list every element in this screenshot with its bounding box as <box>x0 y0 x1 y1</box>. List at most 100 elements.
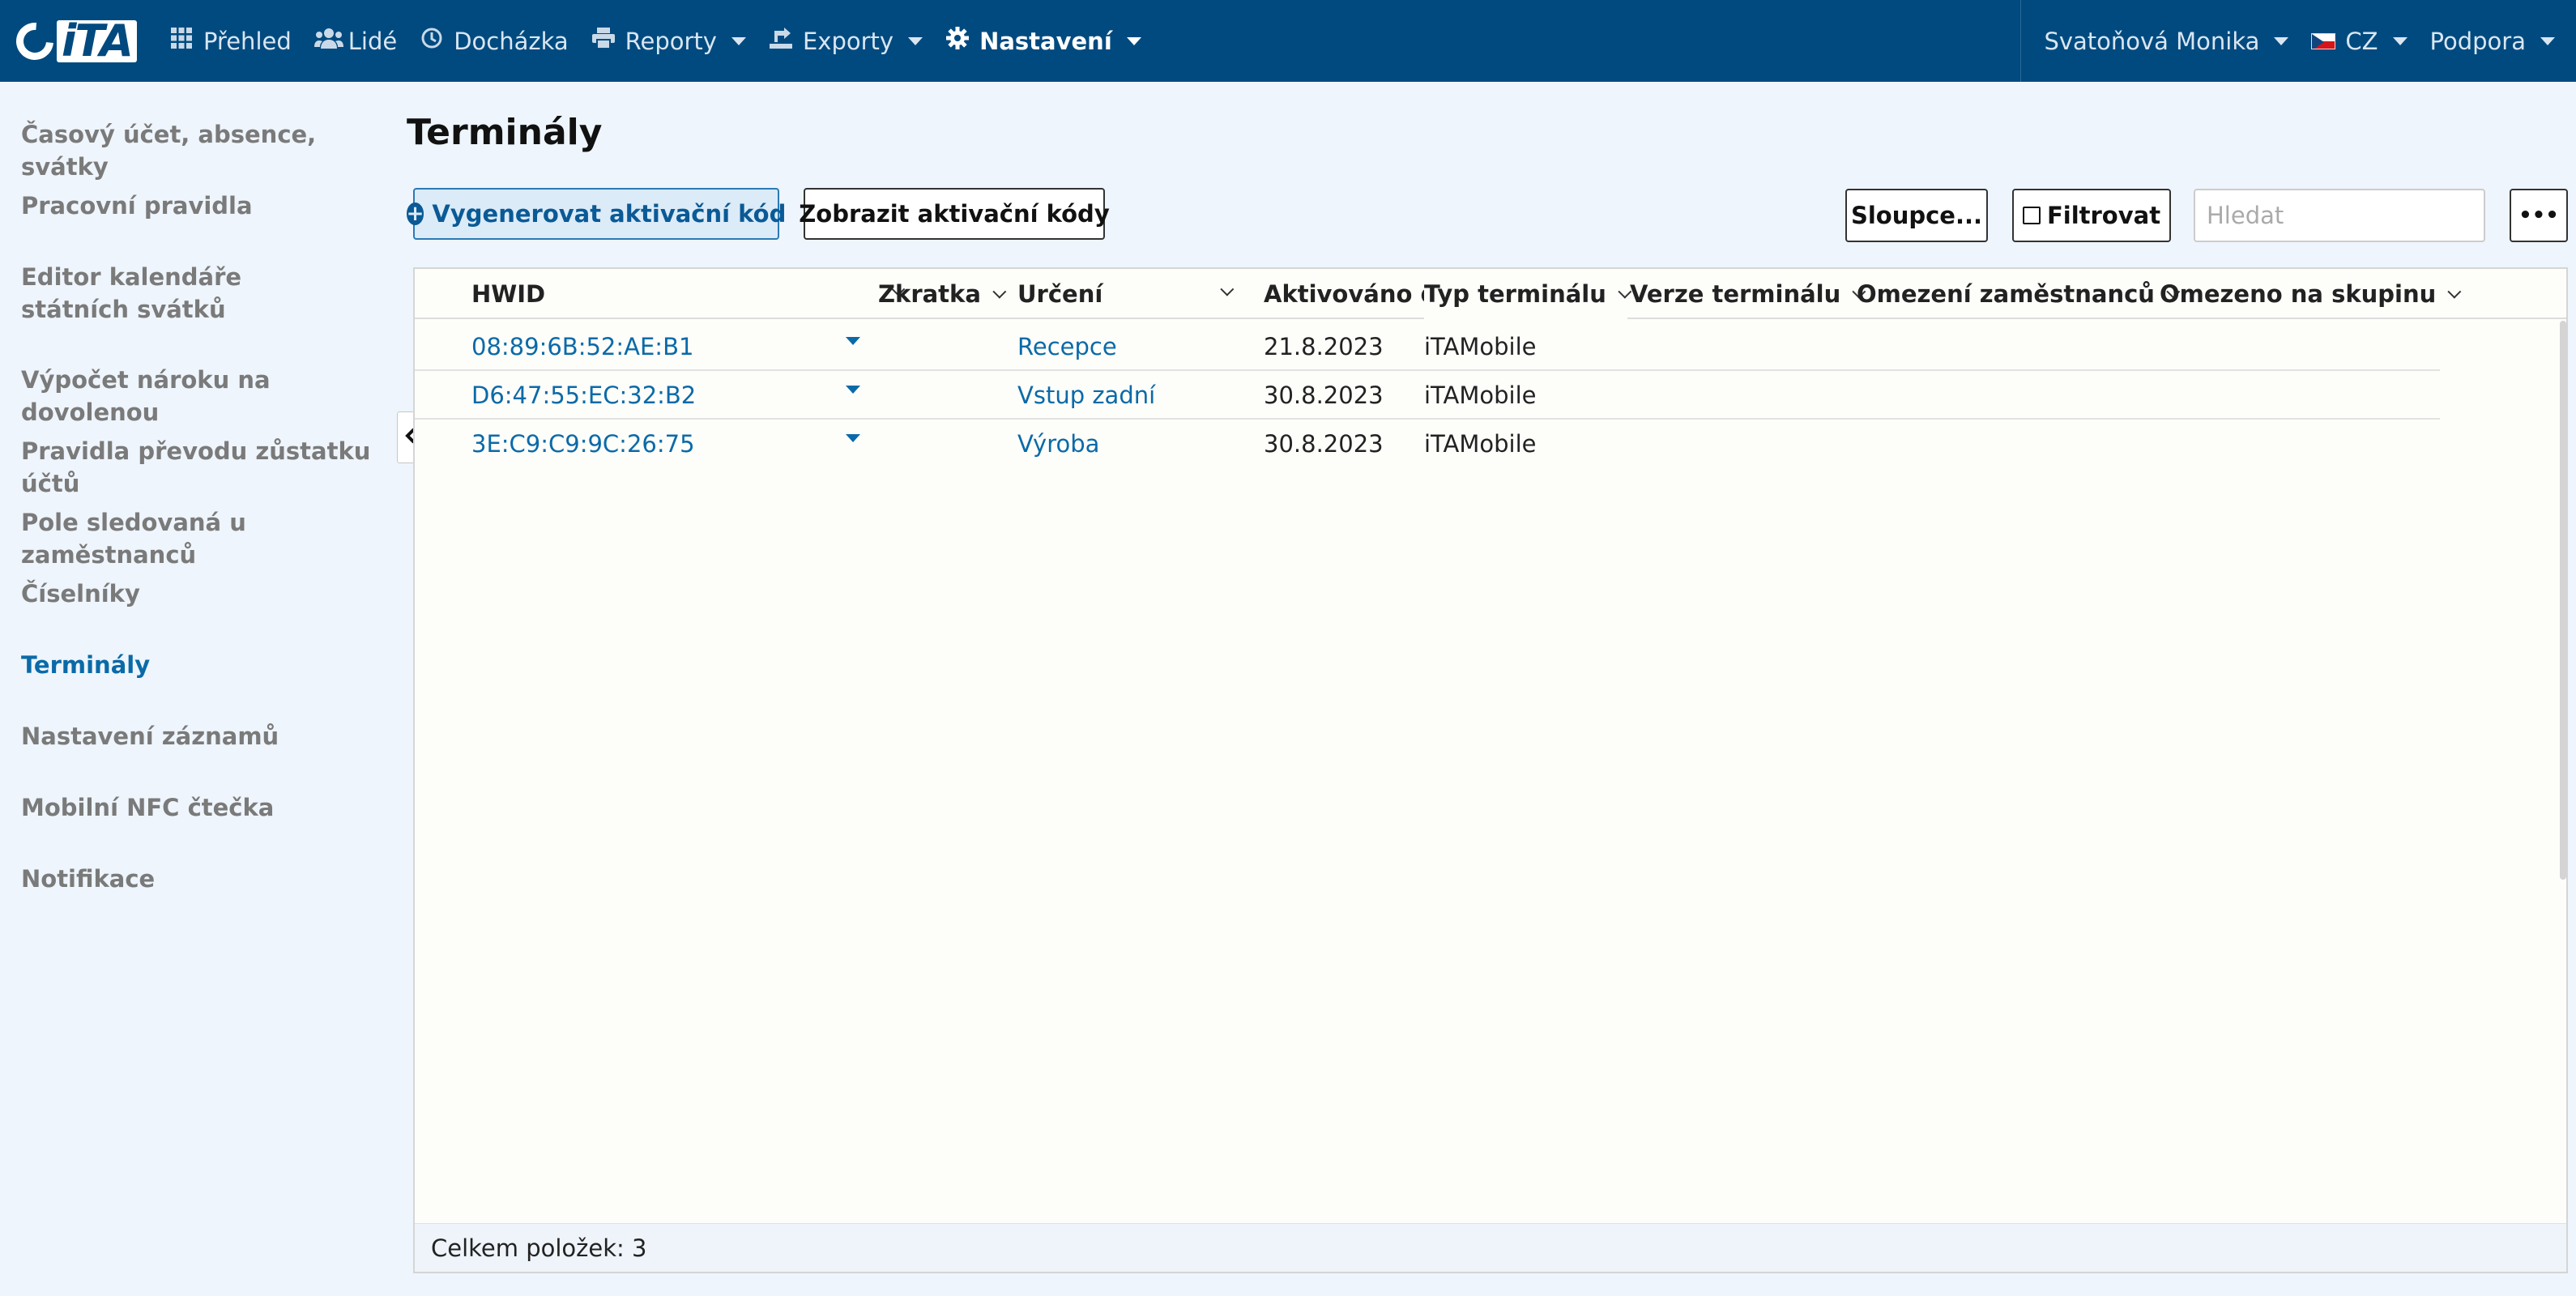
support-menu[interactable]: Podpora <box>2419 0 2576 82</box>
button-label: Sloupce... <box>1850 202 1983 229</box>
cell-typ: iTAMobile <box>1424 430 1537 458</box>
column-header-label: Typ terminálu <box>1424 280 1606 308</box>
cell-hwid[interactable]: D6:47:55:EC:32:B2 <box>471 371 696 420</box>
nav-dochazka[interactable]: Docházka <box>408 0 579 82</box>
chevron-down-icon <box>908 36 923 45</box>
column-header-label: Zkratka <box>878 280 981 308</box>
nav-label: Docházka <box>454 27 569 55</box>
top-navigation-bar: iTA Přehled Lidé Docházka Reporty Export… <box>0 0 2576 82</box>
nav-nastaveni[interactable]: Nastavení <box>934 0 1153 82</box>
more-options-button[interactable]: ••• <box>2510 189 2568 242</box>
chevron-down-icon <box>2540 36 2555 45</box>
search-input[interactable] <box>2194 189 2485 242</box>
sidebar-item-terminaly[interactable]: Terminály <box>21 649 386 681</box>
table-row[interactable]: 3E:C9:C9:9C:26:75 Výroba 30.8.2023 iTAMo… <box>415 420 2440 468</box>
cell-typ: iTAMobile <box>1424 382 1537 409</box>
nav-prehled[interactable]: Přehled <box>158 0 303 82</box>
sidebar-item-vypocet-naroku[interactable]: Výpočet nároku na dovolenou <box>21 364 386 428</box>
sidebar-item-casovy-ucet[interactable]: Časový účet, absence, svátky <box>21 118 386 183</box>
chevron-down-icon <box>731 36 746 45</box>
cell-urceni[interactable]: Vstup zadní <box>1017 371 1155 420</box>
button-label: Filtrovat <box>2046 202 2161 229</box>
grid-footer: Celkem položek: 3 <box>415 1223 2566 1272</box>
support-label: Podpora <box>2429 27 2526 55</box>
cell-urceni[interactable]: Recepce <box>1017 322 1117 371</box>
grid-icon <box>169 28 194 54</box>
user-menu[interactable]: Svatoňová Monika <box>2032 0 2300 82</box>
czech-flag-icon <box>2311 32 2336 49</box>
columns-button[interactable]: Sloupce... <box>1845 189 1988 242</box>
ita-logo[interactable]: iTA <box>0 0 158 82</box>
sidebar-item-pracovni-pravidla[interactable]: Pracovní pravidla <box>21 190 386 222</box>
column-header-label: Určení <box>1017 280 1103 308</box>
nav-exporty[interactable]: Exporty <box>757 0 934 82</box>
print-icon <box>591 28 616 54</box>
table-row[interactable]: 08:89:6B:52:AE:B1 Recepce 21.8.2023 iTAM… <box>415 322 2440 371</box>
cell-aktivovano: 30.8.2023 <box>1264 382 1384 409</box>
show-activation-codes-button[interactable]: Zobrazit aktivační kódy <box>799 188 1110 240</box>
column-header-verze[interactable]: Verze terminálu <box>1630 269 1866 319</box>
chevron-down-icon <box>1126 36 1141 45</box>
filter-button[interactable]: Filtrovat <box>2012 189 2171 242</box>
column-header-hwid[interactable]: HWID <box>471 269 906 319</box>
chevron-down-icon[interactable] <box>2447 284 2462 299</box>
cell-aktivovano: 30.8.2023 <box>1264 430 1384 458</box>
sidebar-item-pravidla-prevodu[interactable]: Pravidla převodu zůstatku účtů <box>21 435 402 500</box>
sidebar-item-ciselniky[interactable]: Číselníky <box>21 578 386 610</box>
terminals-grid: HWID Zkratka Určení Aktivováno dne Typ t… <box>413 267 2568 1273</box>
column-header-zkratka[interactable]: Zkratka <box>878 269 1007 319</box>
sidebar-item-nastaveni-zaznamu[interactable]: Nastavení záznamů <box>21 720 386 752</box>
vertical-scrollbar[interactable] <box>2560 321 2566 880</box>
expand-row-icon[interactable] <box>846 386 860 394</box>
nav-label: Reporty <box>625 27 717 55</box>
divider <box>2020 0 2022 82</box>
nav-label: Nastavení <box>979 27 1112 55</box>
user-name: Svatoňová Monika <box>2044 27 2260 55</box>
column-header-label: Omezení zaměstnanců <box>1857 280 2155 308</box>
column-header-label: Omezeno na skupinu <box>2160 280 2437 308</box>
total-items-count: Celkem položek: 3 <box>431 1234 647 1262</box>
expand-row-icon[interactable] <box>846 434 860 442</box>
language-menu[interactable]: CZ <box>2300 0 2418 82</box>
logo-c-icon <box>8 15 62 67</box>
table-row[interactable]: D6:47:55:EC:32:B2 Vstup zadní 30.8.2023 … <box>415 371 2440 420</box>
column-header-typ[interactable]: Typ terminálu <box>1424 269 1632 319</box>
button-label: Zobrazit aktivační kódy <box>799 200 1110 228</box>
sidebar-item-notifikace[interactable]: Notifikace <box>21 863 386 895</box>
chevron-down-icon[interactable] <box>1220 282 1235 296</box>
chevron-down-icon <box>2274 36 2289 45</box>
cell-hwid[interactable]: 3E:C9:C9:9C:26:75 <box>471 420 695 468</box>
expand-row-icon[interactable] <box>846 337 860 345</box>
cell-urceni[interactable]: Výroba <box>1017 420 1099 468</box>
button-label: Vygenerovat aktivační kód <box>432 200 787 228</box>
export-icon <box>769 28 793 54</box>
logo-text: iTA <box>57 19 137 62</box>
column-header-skupina[interactable]: Omezeno na skupinu <box>2160 269 2462 319</box>
nav-label: Lidé <box>348 27 398 55</box>
column-header-label: HWID <box>471 280 546 308</box>
cell-hwid[interactable]: 08:89:6B:52:AE:B1 <box>471 322 693 371</box>
ellipsis-icon: ••• <box>2518 203 2559 228</box>
nav-reporty[interactable]: Reporty <box>580 0 757 82</box>
generate-activation-code-button[interactable]: + Vygenerovat aktivační kód <box>406 188 786 240</box>
cell-aktivovano: 21.8.2023 <box>1264 333 1384 360</box>
sidebar-item-mobilni-nfc[interactable]: Mobilní NFC čtečka <box>21 791 386 824</box>
sidebar-item-pole-sledovana[interactable]: Pole sledovaná u zaměstnanců <box>21 506 386 571</box>
language-label: CZ <box>2345 27 2378 55</box>
checkbox-icon <box>2022 207 2041 224</box>
chevron-down-icon[interactable] <box>992 284 1007 299</box>
logo-mark: iTA <box>8 15 137 67</box>
nav-lide[interactable]: Lidé <box>303 0 408 82</box>
cell-typ: iTAMobile <box>1424 333 1537 360</box>
grid-header: HWID Zkratka Určení Aktivováno dne Typ t… <box>415 269 2566 319</box>
page-title: Terminály <box>407 112 603 153</box>
plus-circle-icon: + <box>406 202 424 226</box>
nav-label: Přehled <box>203 27 292 55</box>
column-header-omezeni[interactable]: Omezení zaměstnanců <box>1857 269 2181 319</box>
sidebar-item-editor-kalendare[interactable]: Editor kalendáře státních svátků <box>21 261 345 326</box>
nav-label: Exporty <box>802 27 894 55</box>
settings-sidebar: Časový účet, absence, svátky Pracovní pr… <box>0 82 394 1296</box>
column-header-urceni[interactable]: Určení <box>1017 269 1235 319</box>
gear-icon <box>945 27 970 55</box>
clock-icon <box>420 28 444 54</box>
